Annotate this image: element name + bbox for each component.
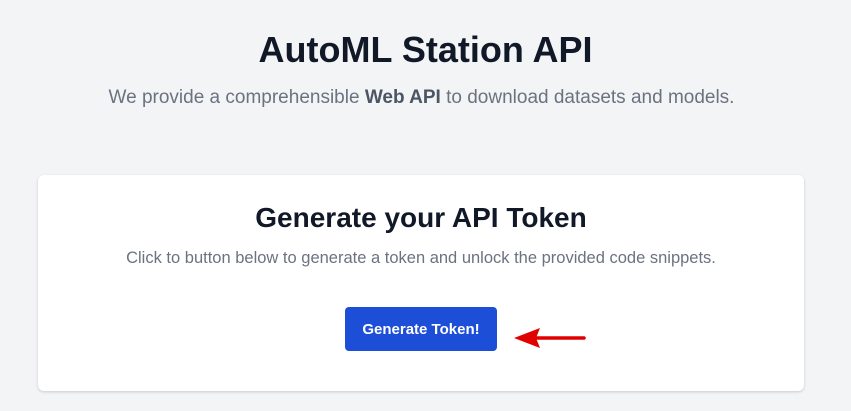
subtitle-text-end: to download datasets and models. [440,87,735,108]
page-subtitle: We provide a comprehensible Web API to d… [0,86,843,110]
subtitle-web-api: Web API [364,87,441,108]
subtitle-text-start: We provide a comprehensible [108,87,365,108]
generate-token-button[interactable]: Generate Token! [345,307,497,351]
card-description: Click to button below to generate a toke… [126,249,716,267]
token-card: Generate your API Token Click to button … [38,175,804,391]
page: AutoML Station API We provide a comprehe… [0,0,851,411]
card-title: Generate your API Token [255,202,587,233]
arrow-left-icon [514,328,586,348]
page-title: AutoML Station API [258,29,593,70]
